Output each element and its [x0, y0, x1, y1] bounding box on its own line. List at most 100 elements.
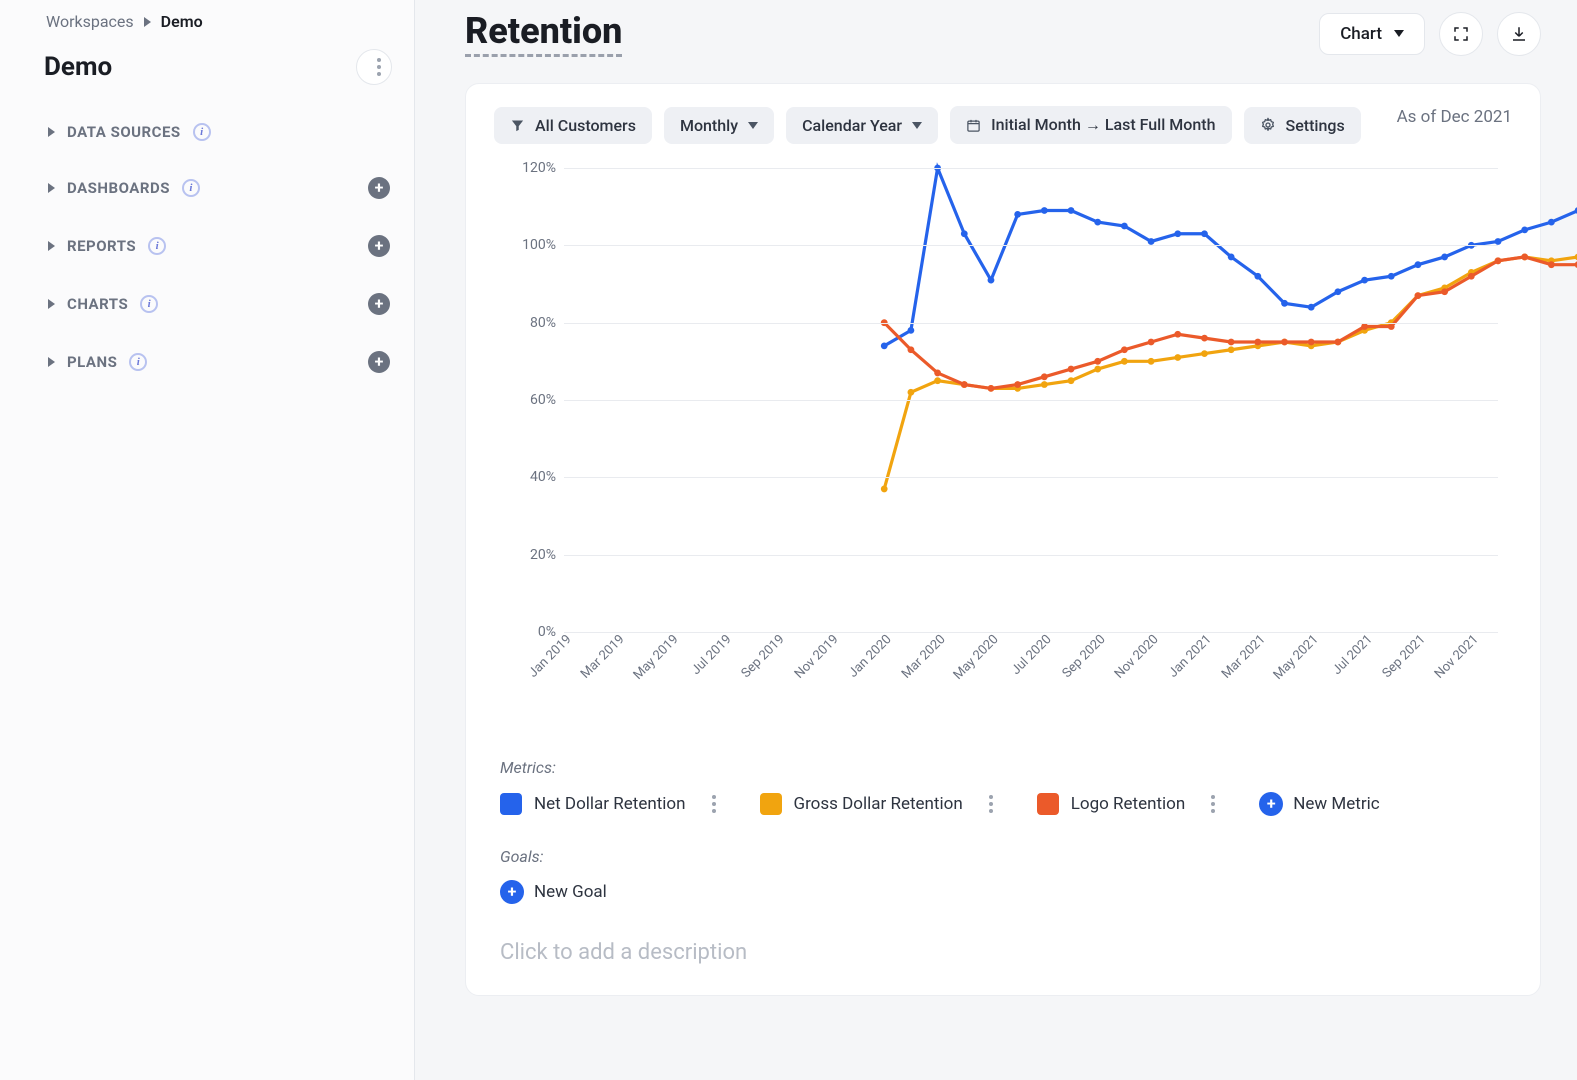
- workspace-menu-button[interactable]: [356, 49, 392, 85]
- period-label: Calendar Year: [802, 116, 902, 135]
- data-point[interactable]: [1441, 288, 1448, 295]
- data-point[interactable]: [1548, 261, 1555, 268]
- info-icon[interactable]: i: [148, 237, 166, 255]
- data-point[interactable]: [1201, 350, 1208, 357]
- metric-menu-button[interactable]: [1207, 791, 1219, 817]
- data-point[interactable]: [1041, 207, 1048, 214]
- date-range-chip[interactable]: Initial Month → Last Full Month: [950, 106, 1231, 144]
- data-point[interactable]: [1228, 339, 1235, 346]
- x-axis-tick: Jul 2019: [689, 632, 731, 674]
- data-point[interactable]: [1415, 292, 1422, 299]
- x-axis-tick: May 2021: [1271, 632, 1318, 679]
- metric-menu-button[interactable]: [985, 791, 997, 817]
- data-point[interactable]: [1174, 230, 1181, 237]
- view-type-selector[interactable]: Chart: [1319, 13, 1425, 55]
- period-chip[interactable]: Calendar Year: [786, 107, 938, 144]
- data-point[interactable]: [1361, 277, 1368, 284]
- info-icon[interactable]: i: [193, 123, 211, 141]
- sidebar-item-data sources[interactable]: DATA SOURCES i: [48, 123, 211, 141]
- data-point[interactable]: [1415, 261, 1422, 268]
- data-point[interactable]: [988, 385, 995, 392]
- data-point[interactable]: [1094, 219, 1101, 226]
- add-button[interactable]: +: [368, 235, 390, 257]
- data-point[interactable]: [1148, 358, 1155, 365]
- sidebar-item-reports[interactable]: REPORTS i: [48, 237, 166, 255]
- data-point[interactable]: [1308, 304, 1315, 311]
- data-point[interactable]: [1014, 211, 1021, 218]
- data-point[interactable]: [1334, 288, 1341, 295]
- metric-menu-button[interactable]: [708, 791, 720, 817]
- download-button[interactable]: [1497, 12, 1541, 56]
- add-metric-button[interactable]: + New Metric: [1259, 792, 1379, 816]
- data-point[interactable]: [1308, 339, 1315, 346]
- data-point[interactable]: [1041, 373, 1048, 380]
- data-point[interactable]: [1254, 273, 1261, 280]
- data-point[interactable]: [1334, 339, 1341, 346]
- data-point[interactable]: [1148, 339, 1155, 346]
- description-placeholder[interactable]: Click to add a description: [500, 940, 1512, 965]
- info-icon[interactable]: i: [129, 353, 147, 371]
- data-point[interactable]: [1174, 331, 1181, 338]
- y-axis-tick: 120%: [508, 160, 556, 176]
- data-point[interactable]: [1068, 207, 1075, 214]
- data-point[interactable]: [1121, 223, 1128, 230]
- data-point[interactable]: [1281, 300, 1288, 307]
- filter-chip[interactable]: All Customers: [494, 107, 652, 144]
- data-point[interactable]: [961, 230, 968, 237]
- y-axis-tick: 80%: [508, 315, 556, 331]
- data-point[interactable]: [988, 277, 995, 284]
- granularity-chip[interactable]: Monthly: [664, 107, 774, 144]
- data-point[interactable]: [1228, 254, 1235, 261]
- data-point[interactable]: [1068, 377, 1075, 384]
- data-point[interactable]: [881, 342, 888, 349]
- data-point[interactable]: [961, 381, 968, 388]
- data-point[interactable]: [1228, 346, 1235, 353]
- data-point[interactable]: [1468, 273, 1475, 280]
- data-point[interactable]: [1121, 358, 1128, 365]
- data-point[interactable]: [934, 377, 941, 384]
- page-title[interactable]: Retention: [465, 10, 622, 57]
- data-point[interactable]: [1121, 346, 1128, 353]
- series-line: [884, 249, 1577, 489]
- data-point[interactable]: [1495, 257, 1502, 264]
- info-icon[interactable]: i: [140, 295, 158, 313]
- data-point[interactable]: [1388, 323, 1395, 330]
- metric-item[interactable]: Net Dollar Retention: [500, 791, 720, 817]
- info-icon[interactable]: i: [182, 179, 200, 197]
- data-point[interactable]: [1094, 358, 1101, 365]
- breadcrumb-root[interactable]: Workspaces: [46, 12, 134, 31]
- data-point[interactable]: [1174, 354, 1181, 361]
- data-point[interactable]: [908, 346, 915, 353]
- sidebar-item-dashboards[interactable]: DASHBOARDS i: [48, 179, 200, 197]
- data-point[interactable]: [1068, 366, 1075, 373]
- add-button[interactable]: +: [368, 293, 390, 315]
- add-goal-button[interactable]: + New Goal: [500, 880, 607, 904]
- data-point[interactable]: [1094, 366, 1101, 373]
- data-point[interactable]: [934, 370, 941, 377]
- data-point[interactable]: [1014, 381, 1021, 388]
- data-point[interactable]: [908, 327, 915, 334]
- data-point[interactable]: [1521, 226, 1528, 233]
- add-button[interactable]: +: [368, 177, 390, 199]
- data-point[interactable]: [1201, 335, 1208, 342]
- data-point[interactable]: [1441, 254, 1448, 261]
- data-point[interactable]: [1281, 339, 1288, 346]
- data-point[interactable]: [881, 486, 888, 493]
- sidebar-item-plans[interactable]: PLANS i: [48, 353, 147, 371]
- settings-chip[interactable]: Settings: [1244, 107, 1361, 144]
- data-point[interactable]: [1254, 339, 1261, 346]
- data-point[interactable]: [1495, 238, 1502, 245]
- data-point[interactable]: [1148, 238, 1155, 245]
- fullscreen-button[interactable]: [1439, 12, 1483, 56]
- data-point[interactable]: [1361, 323, 1368, 330]
- add-button[interactable]: +: [368, 351, 390, 373]
- data-point[interactable]: [1041, 381, 1048, 388]
- sidebar-item-charts[interactable]: CHARTS i: [48, 295, 158, 313]
- data-point[interactable]: [1548, 219, 1555, 226]
- data-point[interactable]: [1388, 273, 1395, 280]
- data-point[interactable]: [1201, 230, 1208, 237]
- metric-item[interactable]: Logo Retention: [1037, 791, 1220, 817]
- data-point[interactable]: [1521, 254, 1528, 261]
- metric-item[interactable]: Gross Dollar Retention: [760, 791, 997, 817]
- data-point[interactable]: [908, 389, 915, 396]
